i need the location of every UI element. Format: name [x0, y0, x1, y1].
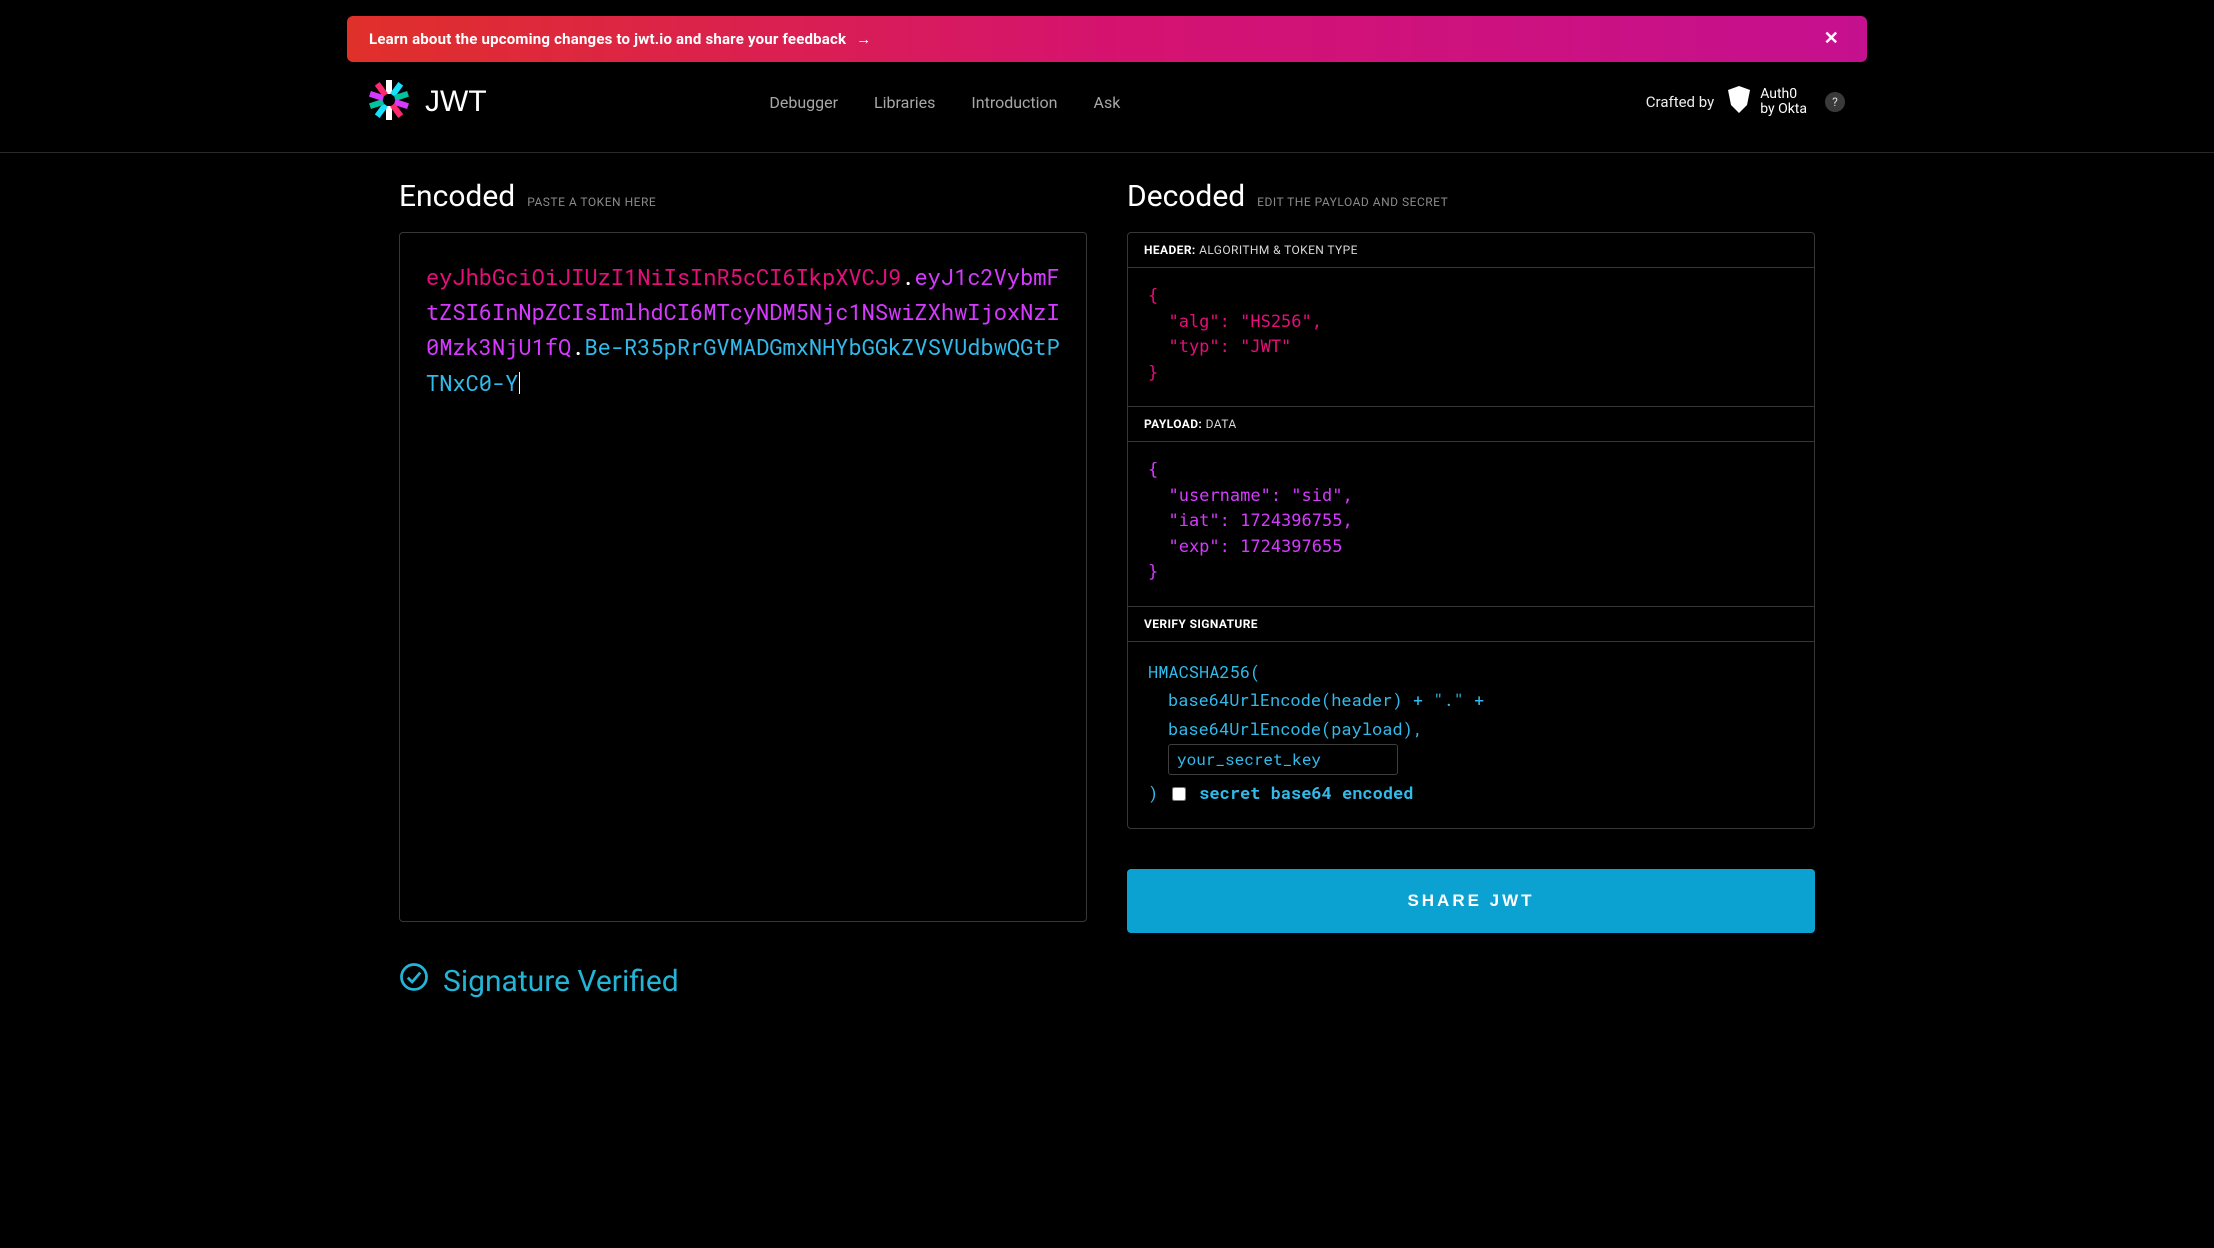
decoded-payload-editor[interactable]: { "username": "sid", "iat": 1724396755, … [1128, 441, 1814, 606]
nav-ask[interactable]: Ask [1094, 93, 1121, 112]
secret-input[interactable] [1168, 744, 1398, 775]
encoded-column: Encoded PASTE A TOKEN HERE eyJhbGciOiJIU… [399, 179, 1087, 1000]
signature-status: Signature Verified [399, 962, 1087, 1000]
banner-text: Learn about the upcoming changes to jwt.… [369, 30, 846, 48]
decoded-payload-label: PAYLOAD: DATA [1128, 407, 1814, 441]
nav-introduction[interactable]: Introduction [971, 93, 1057, 112]
token-header-part: eyJhbGciOiJIUzI1NiIsInR5cCI6IkpXVCJ9 [426, 262, 901, 291]
verify-close-paren: ) [1148, 779, 1158, 808]
auth0-link[interactable]: Auth0 by Okta [1726, 85, 1807, 119]
decoded-payload-json[interactable]: { "username": "sid", "iat": 1724396755, … [1148, 458, 1794, 586]
main-nav: Debugger Libraries Introduction Ask [769, 93, 1120, 112]
nav-debugger[interactable]: Debugger [769, 93, 838, 112]
signature-status-text: Signature Verified [443, 964, 679, 999]
verify-signature-body: HMACSHA256( base64UrlEncode(header) + ".… [1128, 641, 1814, 829]
announcement-banner: Learn about the upcoming changes to jwt.… [347, 16, 1867, 62]
brand-logo-link[interactable]: JWT [369, 80, 487, 124]
arrow-right-icon: → [856, 30, 871, 48]
auth0-text: Auth0 by Okta [1760, 87, 1807, 116]
decoded-column: Decoded EDIT THE PAYLOAD AND SECRET HEAD… [1127, 179, 1815, 933]
verify-line-fn: HMACSHA256( [1148, 658, 1794, 687]
decoded-title: Decoded EDIT THE PAYLOAD AND SECRET [1127, 179, 1815, 214]
encoded-title: Encoded PASTE A TOKEN HERE [399, 179, 1087, 214]
secret-base64-label: secret base64 encoded [1199, 779, 1413, 808]
share-jwt-button[interactable]: SHARE JWT [1127, 869, 1815, 933]
brand-wordmark: JWT [425, 85, 487, 119]
crafted-by: Crafted by Auth0 by Okta ? [1646, 85, 1845, 119]
verify-line-header: base64UrlEncode(header) + "." + [1148, 686, 1794, 715]
banner-link[interactable]: Learn about the upcoming changes to jwt.… [369, 30, 871, 48]
encoded-token-text[interactable]: eyJhbGciOiJIUzI1NiIsInR5cCI6IkpXVCJ9.eyJ… [426, 259, 1060, 400]
nav-libraries[interactable]: Libraries [874, 93, 935, 112]
verify-line-payload: base64UrlEncode(payload), [1148, 715, 1794, 744]
jwt-star-icon [369, 80, 409, 124]
decoded-header-editor[interactable]: { "alg": "HS256", "typ": "JWT" } [1128, 267, 1814, 406]
check-circle-icon [399, 962, 429, 1000]
decoded-panel: HEADER: ALGORITHM & TOKEN TYPE { "alg": … [1127, 232, 1815, 829]
verify-signature-section: VERIFY SIGNATURE HMACSHA256( base64UrlEn… [1128, 607, 1814, 829]
decoded-header-label: HEADER: ALGORITHM & TOKEN TYPE [1128, 233, 1814, 267]
secret-base64-toggle[interactable]: secret base64 encoded [1168, 779, 1413, 808]
secret-base64-checkbox[interactable] [1172, 787, 1186, 801]
banner-close-button[interactable]: ✕ [1818, 26, 1845, 52]
decoded-header-json[interactable]: { "alg": "HS256", "typ": "JWT" } [1148, 284, 1794, 386]
encoded-subtitle: PASTE A TOKEN HERE [527, 195, 656, 209]
verify-signature-label: VERIFY SIGNATURE [1128, 607, 1814, 641]
decoded-payload-section: PAYLOAD: DATA { "username": "sid", "iat"… [1128, 407, 1814, 607]
auth0-shield-icon [1726, 85, 1752, 119]
text-cursor [519, 372, 520, 394]
decoded-header-section: HEADER: ALGORITHM & TOKEN TYPE { "alg": … [1128, 233, 1814, 407]
encoded-token-input[interactable]: eyJhbGciOiJIUzI1NiIsInR5cCI6IkpXVCJ9.eyJ… [399, 232, 1087, 922]
help-button[interactable]: ? [1825, 92, 1845, 112]
crafted-label: Crafted by [1646, 93, 1714, 111]
decoded-subtitle: EDIT THE PAYLOAD AND SECRET [1257, 195, 1448, 209]
top-bar: JWT Debugger Libraries Introduction Ask … [347, 62, 1867, 152]
